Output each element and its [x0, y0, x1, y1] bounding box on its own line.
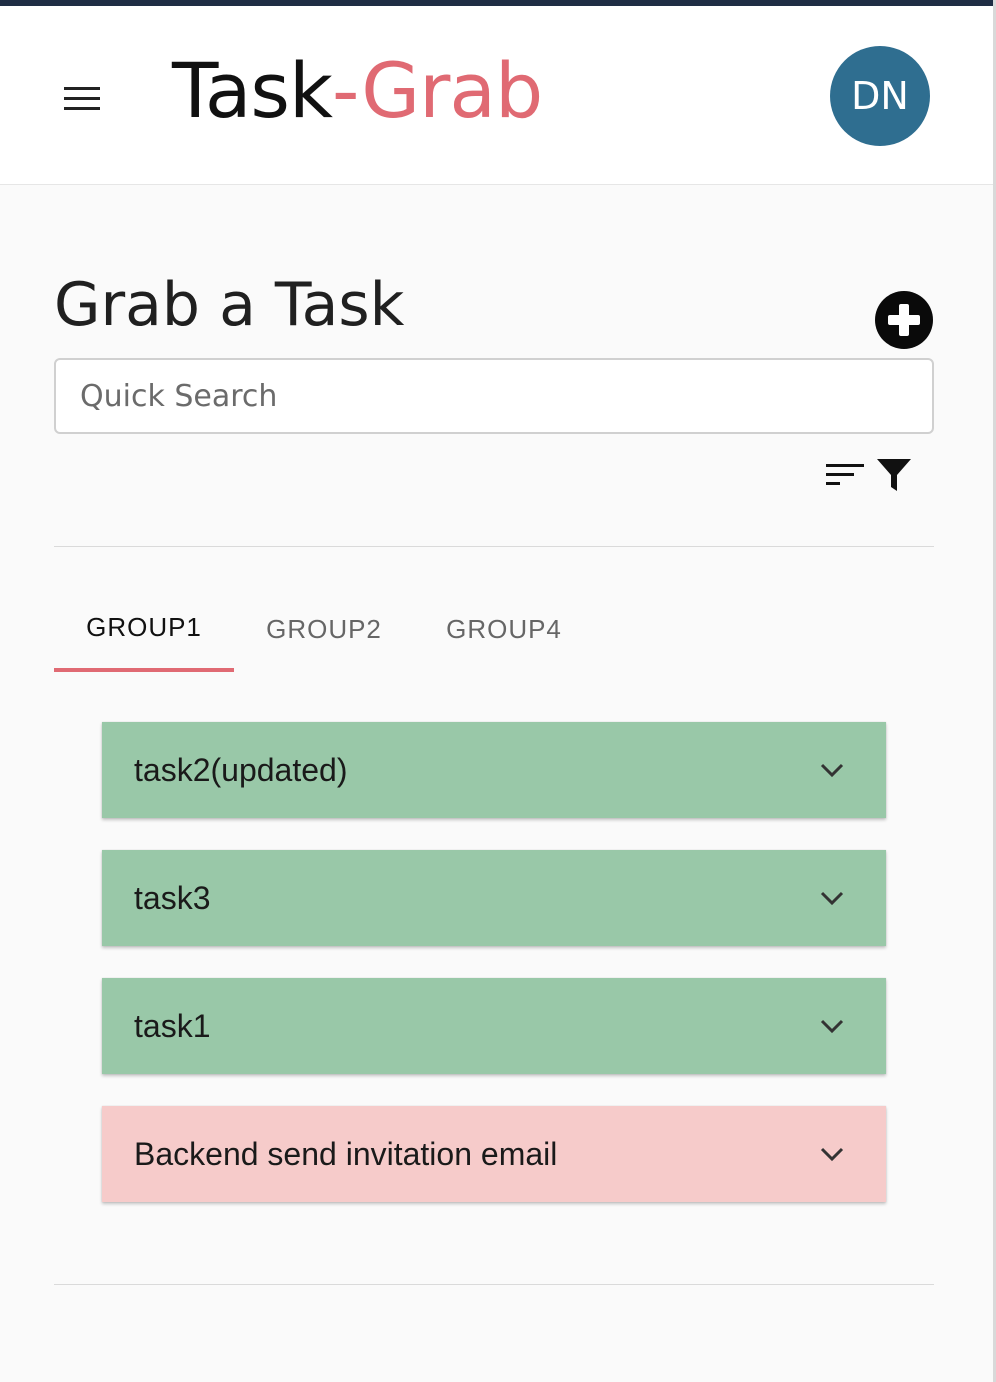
page-title: Grab a Task	[54, 270, 405, 340]
menu-line	[64, 106, 100, 110]
task-card[interactable]: Backend send invitation email	[102, 1106, 886, 1202]
search-box	[54, 358, 934, 434]
task-title: task1	[134, 1007, 211, 1044]
section-divider	[54, 1284, 934, 1285]
task-card[interactable]: task3	[102, 850, 886, 946]
user-avatar[interactable]: DN	[830, 46, 930, 146]
task-title: task2(updated)	[134, 751, 348, 788]
task-list: task2(updated) task3 task1 Backend send …	[102, 722, 886, 1234]
task-title: Backend send invitation email	[134, 1135, 558, 1172]
group-tabs: GROUP1 GROUP2 GROUP4	[54, 586, 594, 676]
tab-group1[interactable]: GROUP1	[54, 586, 234, 672]
sort-icon[interactable]	[826, 462, 866, 488]
tab-group2[interactable]: GROUP2	[234, 586, 414, 672]
sort-line	[826, 464, 864, 467]
chevron-down-icon[interactable]	[818, 1140, 846, 1168]
chevron-down-icon[interactable]	[818, 1012, 846, 1040]
logo-accent-text: -Grab	[332, 46, 543, 135]
app-container: Task-Grab DN Grab a Task GROUP1 GROUP2 G…	[0, 6, 993, 1382]
hamburger-menu-icon[interactable]	[58, 76, 106, 120]
task-card[interactable]: task1	[102, 978, 886, 1074]
app-logo[interactable]: Task-Grab	[172, 46, 543, 136]
chevron-down-icon[interactable]	[818, 756, 846, 784]
filter-funnel-shape	[877, 459, 911, 491]
sort-line	[826, 482, 840, 485]
task-title: task3	[134, 879, 211, 916]
menu-line	[64, 96, 100, 100]
menu-line	[64, 86, 100, 90]
chevron-down-icon[interactable]	[818, 884, 846, 912]
filter-icon[interactable]	[876, 458, 912, 492]
add-task-button[interactable]	[875, 291, 933, 349]
quick-search-input[interactable]	[56, 360, 932, 432]
app-header: Task-Grab DN	[0, 6, 993, 185]
task-card[interactable]: task2(updated)	[102, 722, 886, 818]
sort-line	[826, 473, 854, 476]
section-divider	[54, 546, 934, 547]
tab-group4[interactable]: GROUP4	[414, 586, 594, 672]
user-initials: DN	[851, 74, 909, 118]
logo-main-text: Task	[172, 46, 333, 135]
